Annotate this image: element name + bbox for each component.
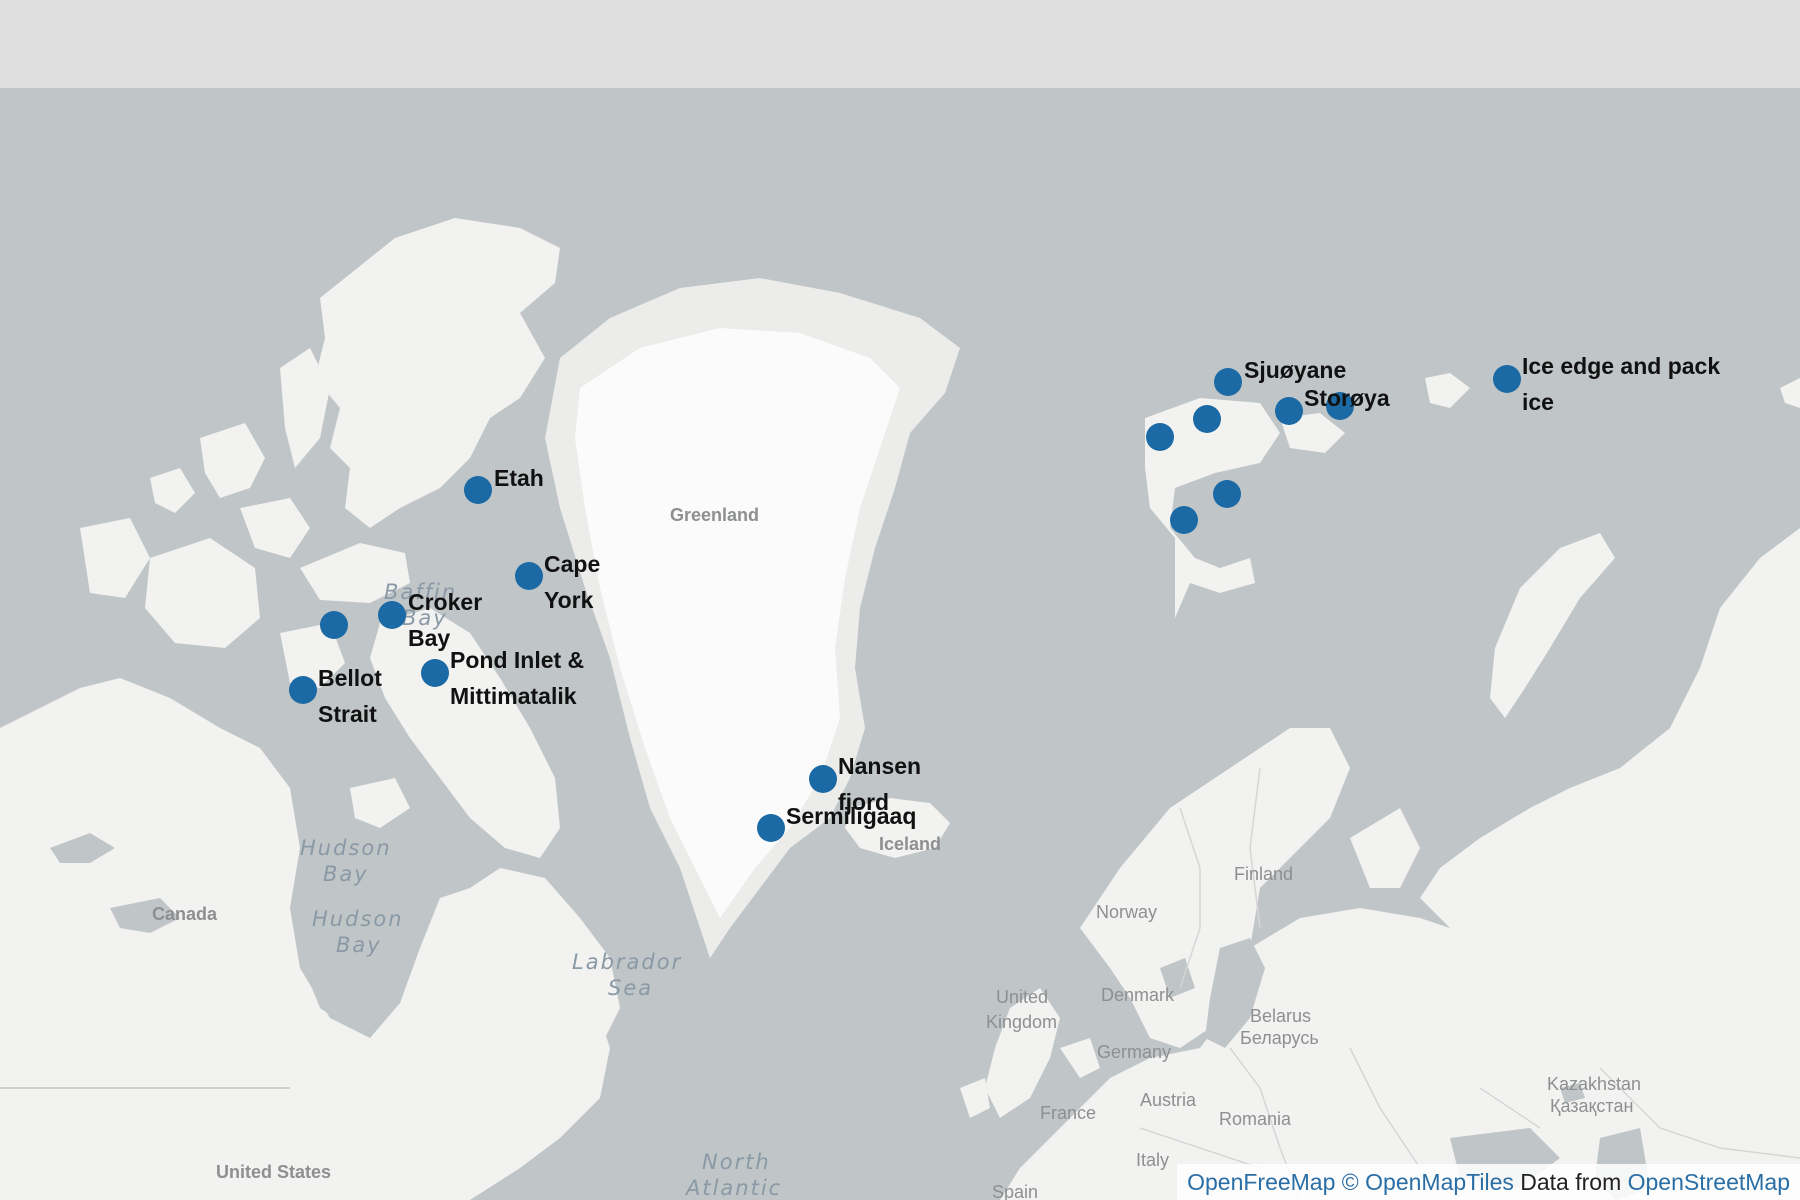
marker-label: Storøya	[1304, 385, 1390, 411]
label-belarus-1: Belarus	[1250, 1006, 1311, 1026]
label-hudson-bay-3: Hudson	[312, 907, 404, 931]
label-hudson-bay-4: Bay	[336, 933, 382, 957]
marker-dot[interactable]	[1275, 397, 1303, 425]
marker-dot[interactable]	[1193, 405, 1221, 433]
data-from-text: Data from	[1520, 1169, 1622, 1195]
map-toolbar	[0, 0, 1800, 88]
label-iceland: Iceland	[879, 834, 941, 854]
marker-dot[interactable]	[1493, 365, 1521, 393]
marker-label: Nansen	[838, 753, 921, 779]
marker-label: ice	[1522, 389, 1554, 415]
marker-dot[interactable]	[757, 814, 785, 842]
marker-dot[interactable]	[421, 659, 449, 687]
openstreetmap-link[interactable]: OpenStreetMap	[1628, 1169, 1790, 1195]
label-italy: Italy	[1136, 1150, 1169, 1170]
openfreemap-link[interactable]: OpenFreeMap	[1187, 1169, 1335, 1195]
marker-label: Croker	[408, 589, 482, 615]
marker-svalbard-a[interactable]	[1275, 397, 1303, 425]
marker-label: Ice edge and pack	[1522, 353, 1720, 379]
openmaptiles-link[interactable]: OpenMapTiles	[1365, 1169, 1514, 1195]
marker-svalbard-c[interactable]	[1146, 423, 1174, 451]
label-denmark: Denmark	[1101, 985, 1175, 1005]
marker-dot[interactable]	[1214, 368, 1242, 396]
marker-label: Mittimatalik	[450, 683, 577, 709]
label-hudson-bay-1: Hudson	[300, 836, 392, 860]
label-canada: Canada	[152, 904, 218, 924]
marker-label: York	[544, 587, 594, 613]
map-canvas[interactable]: Greenland Canada United States Iceland N…	[0, 88, 1800, 1200]
marker-label: Strait	[318, 701, 377, 727]
marker-dot[interactable]	[1170, 506, 1198, 534]
label-france: France	[1040, 1103, 1096, 1123]
marker-dot[interactable]	[289, 676, 317, 704]
label-kazakhstan-2: Қазақстан	[1550, 1096, 1633, 1116]
copyright-symbol[interactable]: ©	[1342, 1169, 1359, 1195]
marker-svalbard-d[interactable]	[1213, 480, 1241, 508]
marker-label: Cape	[544, 551, 600, 577]
marker-dot[interactable]	[809, 765, 837, 793]
label-greenland: Greenland	[670, 505, 759, 525]
label-belarus-2: Беларусь	[1240, 1028, 1319, 1048]
label-united-kingdom-2: Kingdom	[986, 1012, 1057, 1032]
label-norway: Norway	[1096, 902, 1157, 922]
map-attribution: OpenFreeMap © OpenMapTiles Data from Ope…	[1177, 1164, 1800, 1200]
marker-label: Pond Inlet &	[450, 647, 584, 673]
label-united-kingdom-1: United	[996, 987, 1048, 1007]
marker-dot[interactable]	[1146, 423, 1174, 451]
label-north-atlantic-2: Atlantic	[684, 1176, 782, 1200]
label-labrador-sea-1: Labrador	[572, 950, 682, 974]
label-labrador-sea-2: Sea	[608, 976, 653, 1000]
label-germany: Germany	[1097, 1042, 1171, 1062]
marker-label: Sjuøyane	[1244, 357, 1346, 383]
marker-svalbard-e[interactable]	[1170, 506, 1198, 534]
label-united-states: United States	[216, 1162, 331, 1182]
label-north-atlantic-1: North	[702, 1150, 771, 1174]
marker-label: Etah	[494, 465, 544, 491]
label-finland: Finland	[1234, 864, 1293, 884]
marker-unnamed-west[interactable]	[320, 611, 348, 639]
label-austria: Austria	[1140, 1090, 1197, 1110]
label-kazakhstan-1: Kazakhstan	[1547, 1074, 1641, 1094]
marker-label: Bellot	[318, 665, 382, 691]
marker-dot[interactable]	[378, 601, 406, 629]
marker-label: Sermiligaaq	[786, 803, 916, 829]
marker-dot[interactable]	[464, 476, 492, 504]
label-hudson-bay-2: Bay	[323, 862, 369, 886]
label-romania: Romania	[1219, 1109, 1292, 1129]
marker-dot[interactable]	[320, 611, 348, 639]
map-view[interactable]: Greenland Canada United States Iceland N…	[0, 88, 1800, 1200]
marker-svalbard-b[interactable]	[1193, 405, 1221, 433]
marker-dot[interactable]	[1213, 480, 1241, 508]
marker-dot[interactable]	[515, 562, 543, 590]
label-spain: Spain	[992, 1182, 1038, 1200]
marker-label: Bay	[408, 625, 450, 651]
